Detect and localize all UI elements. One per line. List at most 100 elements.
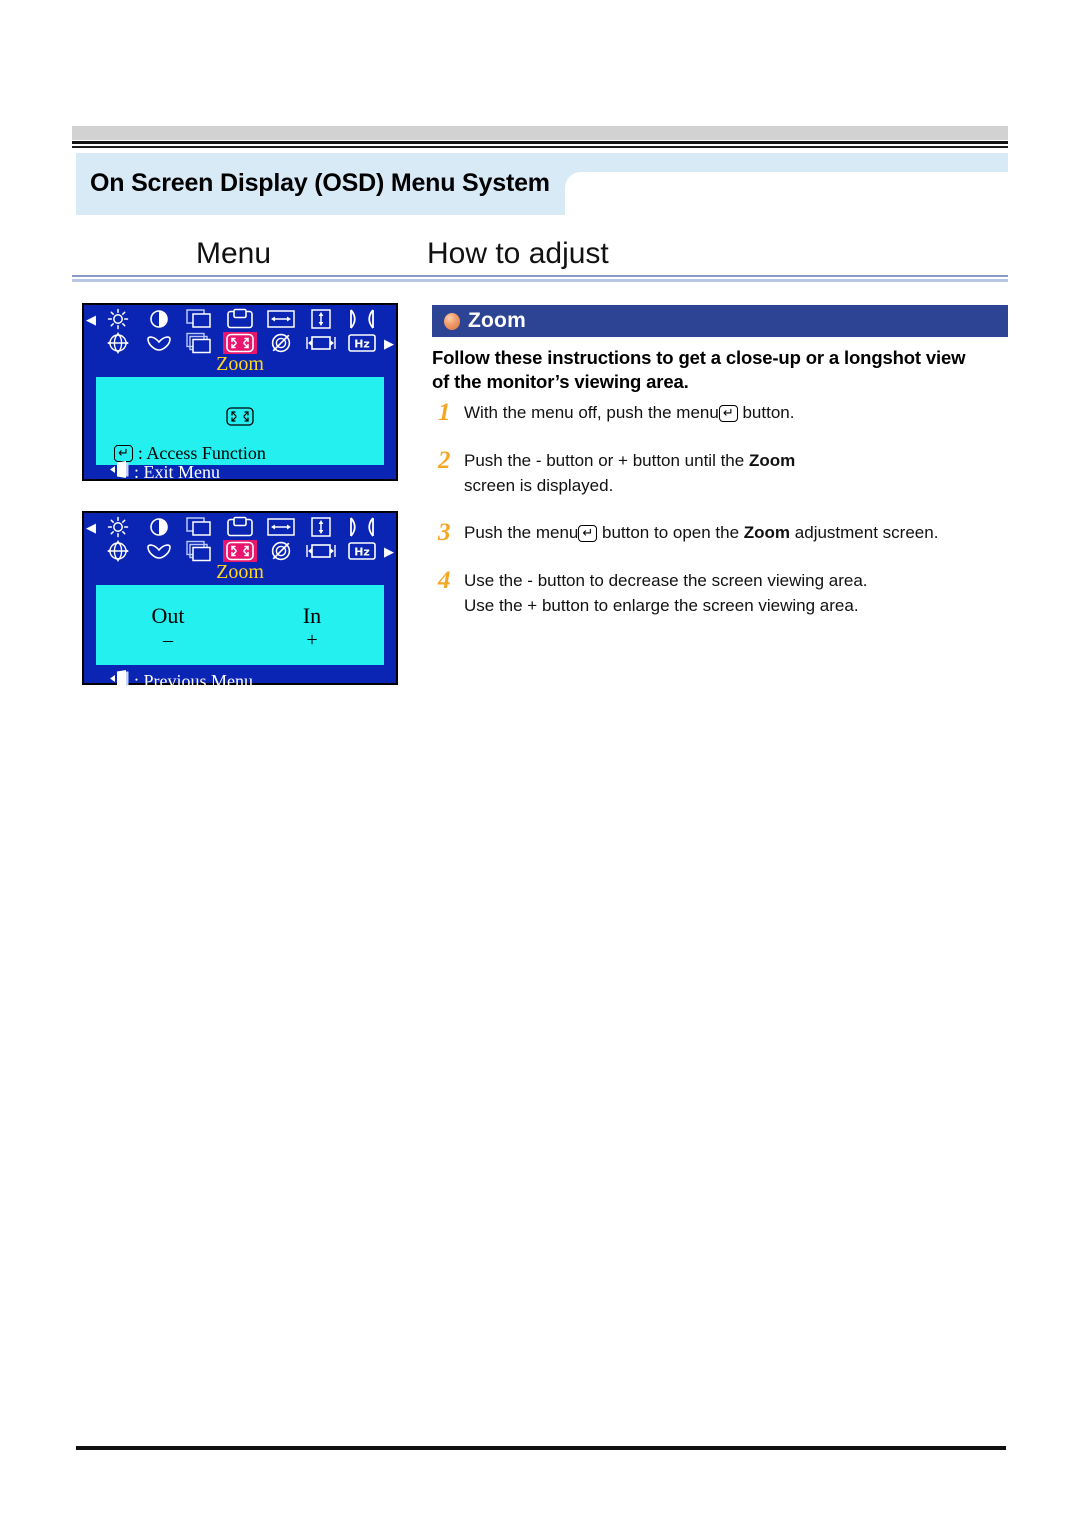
osd-access-function-text: : Access Function xyxy=(137,443,266,463)
zoom-step: 1 With the menu off, push the menu ↵ butto… xyxy=(432,400,1012,426)
column-heading-adjust: How to adjust xyxy=(427,237,609,270)
frequency-hz-icon[interactable]: Hz xyxy=(341,331,382,355)
contrast-icon[interactable] xyxy=(139,307,180,331)
osd-icon-grid: ◀ Hz ▶ xyxy=(84,513,396,563)
osd-icon-row-1: ◀ xyxy=(84,515,396,539)
zoom-step-emphasis: Zoom xyxy=(748,451,796,470)
osd-icon-row-1: ◀ xyxy=(84,307,396,331)
svg-text:Hz: Hz xyxy=(354,546,370,559)
left-arrow-icon[interactable]: ◀ xyxy=(84,313,98,326)
trapezoid-icon[interactable] xyxy=(139,331,180,355)
heading-rule-outer xyxy=(72,275,1008,277)
zoom-out-label: Out xyxy=(151,603,185,628)
osd-menu-label: Zoom xyxy=(216,561,264,583)
right-arrow-icon[interactable]: ▶ xyxy=(382,337,396,350)
top-rule-thick xyxy=(72,141,1008,144)
exit-door-icon xyxy=(110,670,130,691)
zoom-step-text: With the menu off, push the menu ↵ button… xyxy=(464,400,1012,425)
osd-exit-menu-text: : Exit Menu xyxy=(134,461,220,482)
contrast-icon[interactable] xyxy=(139,515,180,539)
zoom-steps-list: 1 With the menu off, push the menu ↵ butto… xyxy=(432,400,1012,640)
osd-panel-zoom-adjust: ◀ Hz ▶ Zoom Out – In +: Previous Menu xyxy=(82,511,398,691)
osd-exit-menu-line: : Exit Menu xyxy=(110,461,220,482)
osd-icon-row-2: Hz ▶ xyxy=(84,331,396,355)
osd-panel-zoom-menu: ◀ Hz ▶ Zoom ↵: Access Function: Exit M… xyxy=(82,303,398,482)
parallelogram-icon[interactable] xyxy=(179,331,220,355)
page-title: On Screen Display (OSD) Menu System xyxy=(90,169,550,197)
left-arrow-icon[interactable]: ◀ xyxy=(84,521,98,534)
v-position-icon[interactable] xyxy=(301,515,342,539)
enter-key-icon: ↵ xyxy=(578,525,598,543)
osd-screen-area: ↵ : Access Function xyxy=(96,377,384,465)
zoom-step-fragment: Push the - button or + button until the xyxy=(464,451,749,470)
zoom-icon[interactable] xyxy=(220,539,261,563)
footer-rule xyxy=(76,1446,1006,1450)
osd-previous-menu-line: : Previous Menu xyxy=(110,670,253,691)
zoom-icon[interactable] xyxy=(220,331,261,355)
zoom-step-emphasis: Zoom xyxy=(743,523,791,542)
top-grey-bar xyxy=(72,126,1008,140)
enter-key-icon: ↵ xyxy=(114,444,133,462)
zoom-section-banner: Zoom xyxy=(432,305,1008,337)
orange-sphere-bullet-icon xyxy=(444,312,460,330)
zoom-in-column[interactable]: In + xyxy=(240,603,384,651)
zoom-step-number: 3 xyxy=(438,519,451,546)
svg-text:Hz: Hz xyxy=(354,338,370,351)
osd-icon-row-2: Hz ▶ xyxy=(84,539,396,563)
h-size-icon[interactable] xyxy=(301,539,342,563)
zoom-intro-text: Follow these instructions to get a close… xyxy=(432,346,1012,394)
zoom-step-fragment: Use the + button to enlarge the screen v… xyxy=(464,596,859,615)
zoom-step: 3 Push the menu ↵ button to open the Zoom … xyxy=(432,520,1012,546)
zoom-in-sign: + xyxy=(306,629,318,651)
column-heading-menu: Menu xyxy=(196,237,272,270)
zoom-step-fragment: Use the - button to decrease the screen … xyxy=(464,571,868,590)
zoom-step-fragment: With the menu off, push the menu xyxy=(464,403,719,422)
zoom-out-sign: – xyxy=(163,629,173,651)
degauss-icon[interactable] xyxy=(260,539,301,563)
right-arrow-icon[interactable]: ▶ xyxy=(382,545,396,558)
h-position-icon[interactable] xyxy=(260,515,301,539)
brightness-icon[interactable] xyxy=(98,515,139,539)
parallelogram-icon[interactable] xyxy=(179,539,220,563)
zoom-step-number: 1 xyxy=(438,399,451,426)
osd-icon-grid: ◀ Hz ▶ xyxy=(84,305,396,355)
zoom-out-column[interactable]: Out – xyxy=(96,603,240,651)
section-title-band-cutout xyxy=(565,172,1008,216)
zoom-step-text: Push the menu ↵ button to open the Zoom a… xyxy=(464,520,1012,545)
zoom-in-label: In xyxy=(302,603,322,628)
exit-door-icon xyxy=(110,461,130,482)
v-position-icon[interactable] xyxy=(301,307,342,331)
degauss-icon[interactable] xyxy=(260,331,301,355)
zoom-step-text: Use the - button to decrease the screen … xyxy=(464,568,1012,618)
osd-menu-label: Zoom xyxy=(216,353,264,375)
enter-key-icon: ↵ xyxy=(718,405,738,423)
top-rule-thin xyxy=(72,146,1008,148)
h-size-icon[interactable] xyxy=(301,331,342,355)
pincushion-icon[interactable] xyxy=(341,515,382,539)
zoom-step-text: Push the - button or + button until the … xyxy=(464,448,1012,498)
zoom-intro-line-2: of the monitor’s viewing area. xyxy=(432,371,689,392)
zoom-step-fragment: button. xyxy=(737,403,795,422)
image-size-icon[interactable] xyxy=(220,515,261,539)
zoom-step-fragment: button to open the xyxy=(597,523,744,542)
zoom-banner-title: Zoom xyxy=(468,309,526,332)
zoom-step: 2 Push the - button or + button until the… xyxy=(432,448,1012,498)
zoom-step-fragment: Push the menu xyxy=(464,523,579,542)
pincushion-icon[interactable] xyxy=(341,307,382,331)
trapezoid-icon[interactable] xyxy=(139,539,180,563)
zoom-step-number: 4 xyxy=(438,567,451,594)
zoom-step: 4 Use the - button to decrease the screen… xyxy=(432,568,1012,618)
image-position-icon[interactable] xyxy=(179,515,220,539)
osd-access-function-line: ↵ : Access Function xyxy=(114,443,266,463)
zoom-intro-line-1: Follow these instructions to get a close… xyxy=(432,347,966,368)
frequency-hz-icon[interactable]: Hz xyxy=(341,539,382,563)
osd-previous-menu-text: : Previous Menu xyxy=(134,670,253,691)
h-position-icon[interactable] xyxy=(260,307,301,331)
zoom-icon xyxy=(226,407,254,431)
rotation-icon[interactable] xyxy=(98,539,139,563)
brightness-icon[interactable] xyxy=(98,307,139,331)
image-size-icon[interactable] xyxy=(220,307,261,331)
zoom-out-in-row: Out – In + xyxy=(96,603,384,651)
image-position-icon[interactable] xyxy=(179,307,220,331)
rotation-icon[interactable] xyxy=(98,331,139,355)
